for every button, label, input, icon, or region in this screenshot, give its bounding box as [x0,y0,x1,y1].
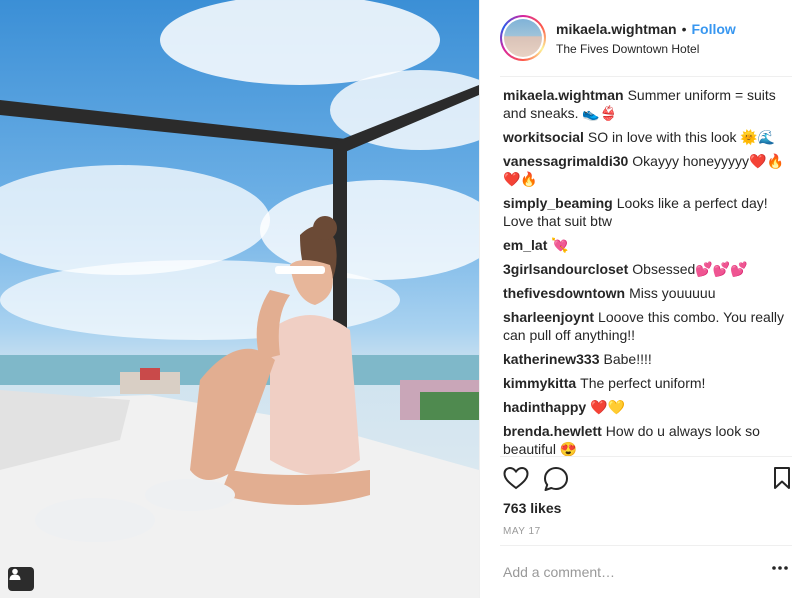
avatar-frame [502,17,544,59]
comment-text: SO in love with this look 🌞🌊 [587,129,776,145]
comments-divider [500,456,792,457]
comment-username[interactable]: katherinew333 [503,351,600,367]
post-header: mikaela.wightman • Follow The Fives Down… [480,0,812,76]
comment-username[interactable]: hadinthappy [503,399,586,415]
comment-username[interactable]: mikaela.wightman [503,87,624,103]
comment-username[interactable]: workitsocial [503,129,584,145]
comment-item: 3girlsandourcloset Obsessed💕💕💕 [503,260,795,278]
header-username[interactable]: mikaela.wightman [556,20,677,38]
user-tag-button[interactable] [8,567,34,591]
comment-item: thefivesdowntown Miss youuuuu [503,284,795,302]
avatar [504,19,542,57]
comment-username[interactable]: kimmykitta [503,375,576,391]
comment-item: em_lat 💘 [503,236,795,254]
follow-button[interactable]: Follow [692,20,736,38]
avatar-story-ring[interactable] [500,15,546,61]
location-link[interactable]: The Fives Downtown Hotel [556,42,736,56]
action-divider [500,545,792,546]
comment-item: hadinthappy ❤️💛 [503,398,795,416]
comment-item: kimmykitta The perfect uniform! [503,374,795,392]
post-photo-scene [0,0,479,598]
comment-username[interactable]: 3girlsandourcloset [503,261,628,277]
comment-username[interactable]: simply_beaming [503,195,613,211]
comment-text: Miss youuuuu [629,285,716,301]
heart-icon[interactable] [503,466,529,490]
likes-count[interactable]: 763 likes [503,500,561,516]
post-sidebar: mikaela.wightman • Follow The Fives Down… [479,0,812,598]
comment-text: ❤️💛 [590,399,626,415]
more-options-icon[interactable] [772,566,788,570]
post-photo[interactable] [0,0,479,598]
comment-text: Obsessed💕💕💕 [632,261,748,277]
comment-item: katherinew333 Babe!!!! [503,350,795,368]
comment-item: sharleenjoynt Looove this combo. You real… [503,308,795,344]
comment-username[interactable]: vanessagrimaldi30 [503,153,628,169]
comment-text: The perfect uniform! [580,375,706,391]
header-divider [500,76,792,77]
bookmark-icon[interactable] [773,466,791,490]
comment-text: 💘 [551,237,569,253]
comment-username[interactable]: em_lat [503,237,547,253]
comment-item: brenda.hewlett How do u always look so be… [503,422,795,456]
user-tag-icon [9,568,21,580]
comment-item: simply_beaming Looks like a perfect day! … [503,194,795,230]
header-text: mikaela.wightman • Follow The Fives Down… [556,20,736,56]
header-top-row: mikaela.wightman • Follow [556,20,736,38]
post-date: MAY 17 [503,526,541,537]
comment-item: mikaela.wightman Summer uniform = suits a… [503,86,795,122]
comment-username[interactable]: sharleenjoynt [503,309,594,325]
comment-item: vanessagrimaldi30 Okayyy honeyyyyy❤️🔥❤️🔥 [503,152,795,188]
comment-username[interactable]: thefivesdowntown [503,285,625,301]
add-comment-input[interactable] [503,560,763,584]
comment-item: workitsocial SO in love with this look 🌞🌊 [503,128,795,146]
action-bar [503,466,795,494]
comment-username[interactable]: brenda.hewlett [503,423,602,439]
comments-list[interactable]: mikaela.wightman Summer uniform = suits a… [503,86,795,456]
comment-text: Babe!!!! [603,351,652,367]
comment-icon[interactable] [543,466,569,492]
header-separator: • [681,21,687,37]
